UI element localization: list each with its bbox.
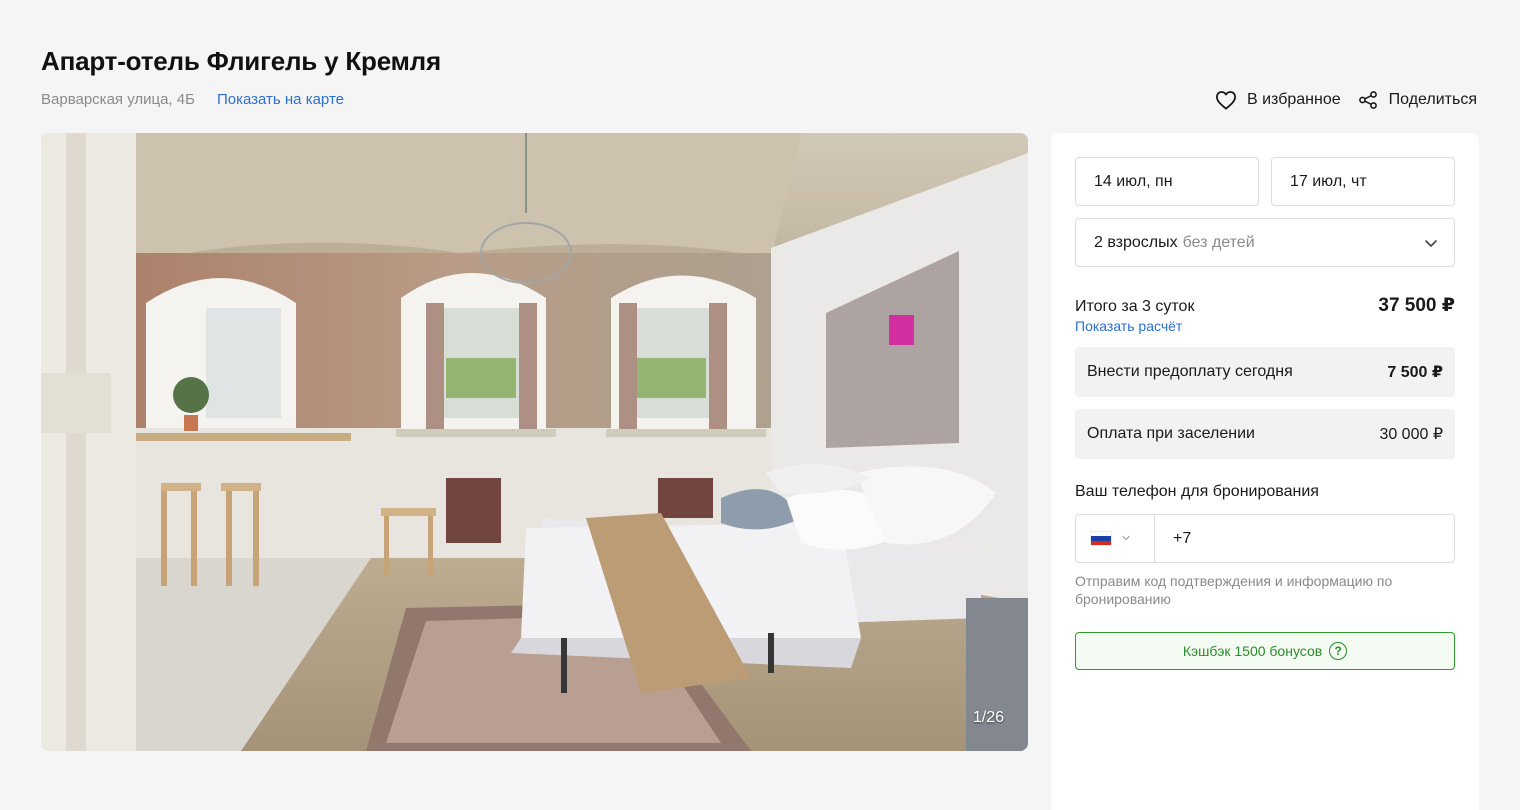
cashback-label: Кэшбэк 1500 бонусов bbox=[1182, 643, 1323, 659]
total-label: Итого за 3 суток bbox=[1075, 298, 1195, 315]
guests-select[interactable]: 2 взрослых без детей bbox=[1075, 218, 1455, 267]
phone-input[interactable] bbox=[1155, 515, 1454, 562]
show-calculation-link[interactable]: Показать расчёт bbox=[1075, 318, 1182, 334]
checkin-payment-label: Оплата при заселении bbox=[1087, 425, 1255, 442]
chevron-down-icon bbox=[1424, 236, 1438, 255]
phone-note: Отправим код подтверждения и информацию … bbox=[1075, 573, 1393, 607]
share-icon bbox=[1357, 89, 1379, 111]
chevron-down-icon bbox=[1121, 530, 1131, 548]
add-to-favorites-button[interactable]: В избранное bbox=[1215, 89, 1341, 111]
help-icon[interactable]: ? bbox=[1329, 642, 1348, 660]
check-out-date-field[interactable]: 17 июл, чт bbox=[1271, 157, 1455, 206]
checkin-payment-row: Оплата при заселении 30 000 ₽ bbox=[1075, 409, 1455, 459]
heart-icon bbox=[1215, 89, 1237, 111]
favorites-label: В избранное bbox=[1247, 91, 1341, 108]
booking-panel: 14 июл, пн 17 июл, чт 2 взрослых без дет… bbox=[1051, 133, 1479, 810]
header-actions: В избранное Поделиться bbox=[1215, 89, 1477, 111]
address-row: Варварская улица, 4Б Показать на карте bbox=[41, 91, 344, 108]
hotel-photo-gallery[interactable]: 1/26 bbox=[41, 133, 1028, 751]
phone-field bbox=[1075, 514, 1455, 563]
check-in-date-field[interactable]: 14 июл, пн bbox=[1075, 157, 1259, 206]
show-on-map-link[interactable]: Показать на карте bbox=[217, 91, 344, 108]
prepayment-label: Внести предоплату сегодня bbox=[1087, 363, 1293, 380]
cashback-button[interactable]: Кэшбэк 1500 бонусов ? bbox=[1075, 632, 1455, 670]
checkin-payment-amount: 30 000 ₽ bbox=[1379, 426, 1443, 443]
hotel-address: Варварская улица, 4Б bbox=[41, 91, 195, 108]
guests-children: без детей bbox=[1182, 233, 1255, 251]
phone-label: Ваш телефон для бронирования bbox=[1075, 483, 1319, 500]
page-title: Апарт-отель Флигель у Кремля bbox=[41, 46, 441, 76]
prepayment-amount: 7 500 ₽ bbox=[1387, 364, 1443, 381]
share-label: Поделиться bbox=[1388, 91, 1477, 108]
russia-flag-icon bbox=[1091, 532, 1111, 545]
share-button[interactable]: Поделиться bbox=[1357, 89, 1477, 111]
prepayment-row: Внести предоплату сегодня 7 500 ₽ bbox=[1075, 347, 1455, 397]
total-row: Итого за 3 суток 37 500 ₽ bbox=[1075, 294, 1455, 317]
room-photo bbox=[41, 133, 1028, 751]
total-price: 37 500 ₽ bbox=[1378, 295, 1455, 316]
photo-counter: 1/26 bbox=[972, 709, 1004, 726]
country-code-select[interactable] bbox=[1076, 515, 1155, 562]
guests-adults: 2 взрослых bbox=[1094, 233, 1178, 251]
